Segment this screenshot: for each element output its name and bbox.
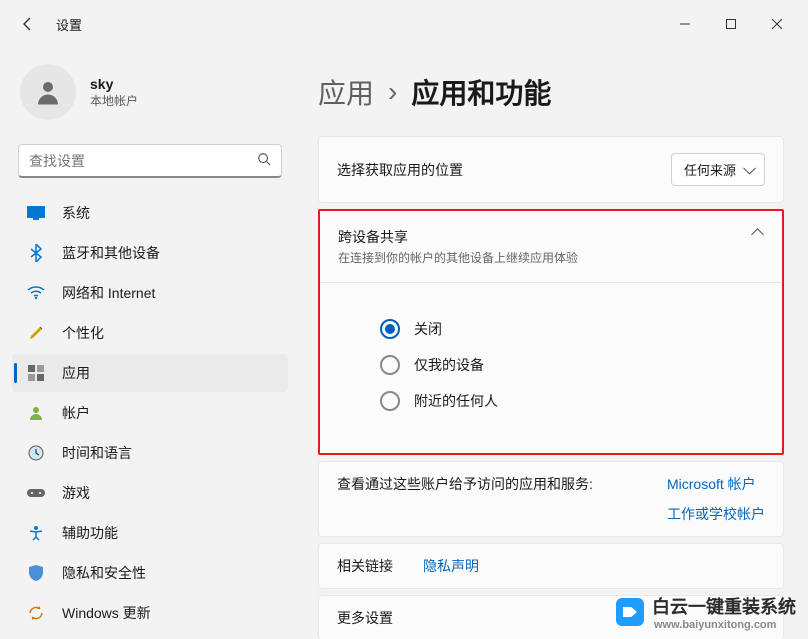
update-icon: [26, 603, 46, 623]
breadcrumb-current: 应用和功能: [411, 72, 551, 112]
nav-label: 蓝牙和其他设备: [62, 243, 160, 263]
breadcrumb-parent[interactable]: 应用: [318, 72, 374, 112]
person-icon: [33, 77, 63, 107]
nav-label: 个性化: [62, 323, 104, 343]
radio-label: 关闭: [414, 319, 442, 339]
cross-device-panel: 跨设备共享 在连接到你的帐户的其他设备上继续应用体验 关闭 仅我的设备 附近的任…: [318, 209, 784, 455]
radio-icon: [380, 319, 400, 339]
radio-my-devices[interactable]: 仅我的设备: [380, 355, 782, 375]
nav-privacy[interactable]: 隐私和安全性: [12, 554, 288, 592]
nav-personalization[interactable]: 个性化: [12, 314, 288, 352]
content: 应用 › 应用和功能 选择获取应用的位置 任何来源 跨设备共享 在连接到你的帐户…: [300, 48, 808, 639]
sidebar: sky 本地帐户 系统 蓝牙和其他设备 网络和 Internet 个性化 应用 …: [0, 48, 300, 639]
apps-icon: [26, 363, 46, 383]
nav-apps[interactable]: 应用: [12, 354, 288, 392]
radio-off[interactable]: 关闭: [380, 319, 782, 339]
app-source-label: 选择获取应用的位置: [337, 160, 671, 180]
nav-gaming[interactable]: 游戏: [12, 474, 288, 512]
search-box[interactable]: [18, 144, 282, 178]
cross-device-subtitle: 在连接到你的帐户的其他设备上继续应用体验: [338, 249, 750, 266]
radio-label: 仅我的设备: [414, 355, 484, 375]
window-title: 设置: [56, 15, 82, 34]
back-button[interactable]: [8, 4, 48, 44]
nav-label: 帐户: [62, 403, 90, 423]
user-name: sky: [90, 76, 138, 92]
breadcrumb: 应用 › 应用和功能: [318, 72, 784, 112]
arrow-left-icon: [20, 16, 36, 32]
nav-label: 系统: [62, 203, 90, 223]
display-icon: [26, 203, 46, 223]
link-privacy-statement[interactable]: 隐私声明: [423, 556, 479, 576]
app-source-dropdown[interactable]: 任何来源: [671, 153, 765, 186]
wifi-icon: [26, 283, 46, 303]
cross-device-header[interactable]: 跨设备共享 在连接到你的帐户的其他设备上继续应用体验: [320, 211, 782, 283]
avatar: [20, 64, 76, 120]
shield-icon: [26, 563, 46, 583]
nav-update[interactable]: Windows 更新: [12, 594, 288, 632]
watermark-logo-icon: [616, 598, 644, 626]
watermark: 白云一键重装系统 www.baiyunxitong.com: [616, 593, 796, 631]
accounts-access-card: 查看通过这些账户给予访问的应用和服务: Microsoft 帐户 工作或学校帐户: [318, 461, 784, 537]
nav-accessibility[interactable]: 辅助功能: [12, 514, 288, 552]
radio-label: 附近的任何人: [414, 391, 498, 411]
close-button[interactable]: [754, 8, 800, 40]
link-microsoft-account[interactable]: Microsoft 帐户: [667, 474, 765, 494]
user-block[interactable]: sky 本地帐户: [12, 56, 288, 140]
accessibility-icon: [26, 523, 46, 543]
nav-time[interactable]: 时间和语言: [12, 434, 288, 472]
search-icon: [257, 152, 271, 169]
nav-accounts[interactable]: 帐户: [12, 394, 288, 432]
brush-icon: [26, 323, 46, 343]
cross-device-options: 关闭 仅我的设备 附近的任何人: [320, 283, 782, 453]
nav-label: 游戏: [62, 483, 90, 503]
watermark-brand: 白云一键重装系统: [652, 593, 796, 619]
gamepad-icon: [26, 483, 46, 503]
maximize-icon: [726, 19, 736, 29]
related-links-card: 相关链接 隐私声明: [318, 543, 784, 589]
nav-network[interactable]: 网络和 Internet: [12, 274, 288, 312]
close-icon: [772, 19, 782, 29]
nav-label: Windows 更新: [62, 603, 151, 623]
minimize-icon: [680, 19, 690, 29]
radio-icon: [380, 391, 400, 411]
app-source-card: 选择获取应用的位置 任何来源: [318, 136, 784, 203]
bluetooth-icon: [26, 243, 46, 263]
related-links-label: 相关链接: [337, 556, 405, 576]
nav-label: 网络和 Internet: [62, 283, 155, 303]
link-work-school-account[interactable]: 工作或学校帐户: [667, 504, 765, 524]
chevron-up-icon: [750, 227, 764, 241]
search-input[interactable]: [29, 153, 257, 169]
accounts-access-label: 查看通过这些账户给予访问的应用和服务:: [337, 474, 667, 524]
clock-icon: [26, 443, 46, 463]
nav-label: 辅助功能: [62, 523, 118, 543]
radio-anyone-nearby[interactable]: 附近的任何人: [380, 391, 782, 411]
nav-label: 时间和语言: [62, 443, 132, 463]
minimize-button[interactable]: [662, 8, 708, 40]
user-subtitle: 本地帐户: [90, 92, 138, 109]
watermark-url: www.baiyunxitong.com: [654, 619, 796, 631]
nav-bluetooth[interactable]: 蓝牙和其他设备: [12, 234, 288, 272]
nav-system[interactable]: 系统: [12, 194, 288, 232]
cross-device-title: 跨设备共享: [338, 229, 408, 245]
nav-label: 隐私和安全性: [62, 563, 146, 583]
nav-label: 应用: [62, 363, 90, 383]
nav-list: 系统 蓝牙和其他设备 网络和 Internet 个性化 应用 帐户 时间和语言 …: [12, 194, 288, 632]
title-bar: 设置: [0, 0, 808, 48]
maximize-button[interactable]: [708, 8, 754, 40]
account-icon: [26, 403, 46, 423]
breadcrumb-separator: ›: [388, 76, 397, 108]
window-controls: [662, 8, 800, 40]
radio-icon: [380, 355, 400, 375]
